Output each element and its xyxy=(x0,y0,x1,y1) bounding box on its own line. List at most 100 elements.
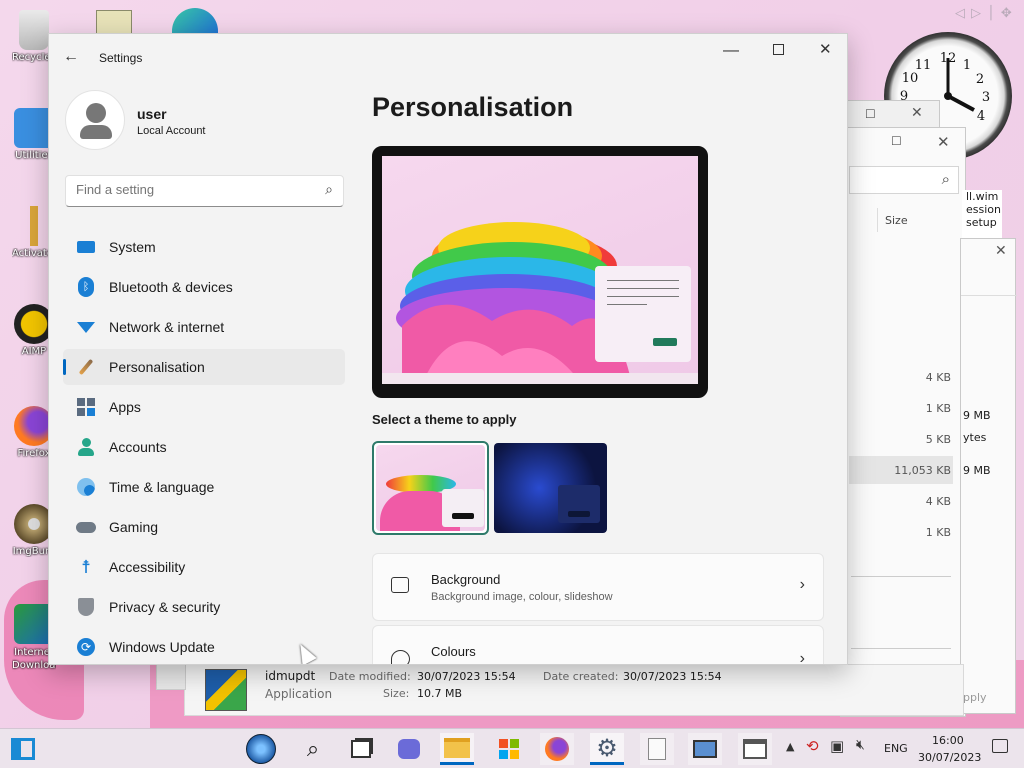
size-text: ytes xyxy=(963,431,987,444)
nav-item-apps[interactable]: Apps xyxy=(63,389,345,425)
maximize-icon[interactable]: ☐ xyxy=(865,107,876,121)
nav-item-time-language[interactable]: Time & language xyxy=(63,469,345,505)
background-setting-card[interactable]: Background Background image, colour, sli… xyxy=(372,553,824,621)
recycle-bin-icon xyxy=(19,10,49,50)
gadget-controls[interactable]: ◁▷│✥ xyxy=(955,6,1018,21)
divider xyxy=(851,648,951,649)
clock-date[interactable]: 30/07/2023 xyxy=(918,751,981,764)
tray-overflow-icon[interactable]: ▲ xyxy=(786,740,794,753)
clock-time[interactable]: 16:00 xyxy=(932,734,964,747)
nav-item-network[interactable]: Network & internet xyxy=(63,309,345,345)
file-name-part: setup xyxy=(966,216,997,229)
svg-text:3: 3 xyxy=(982,90,990,105)
taskbar: ⌕ ⚙ ▲ ⟲ ▣ 🔇︎ ENG 16:00 30/07/2023 xyxy=(0,728,1024,768)
gear-icon: ⚙ xyxy=(596,733,618,762)
dialog-header-divider xyxy=(961,295,1017,296)
nav-item-privacy[interactable]: Privacy & security xyxy=(63,589,345,625)
theme-option-light[interactable] xyxy=(372,441,489,535)
search-input[interactable] xyxy=(76,182,306,197)
size-text: 9 MB xyxy=(963,409,991,422)
folder-icon xyxy=(444,737,470,758)
taskbar-file-explorer[interactable] xyxy=(440,733,474,765)
dialog-window[interactable]: ✕ 9 MB ytes 9 MB pply xyxy=(960,238,1017,714)
image-icon xyxy=(391,577,409,593)
nav-label: System xyxy=(109,239,156,255)
file-size: 1 KB xyxy=(925,402,951,415)
preview-taskbar xyxy=(382,373,698,384)
taskbar-store[interactable] xyxy=(492,733,526,765)
network-icon[interactable]: ▣ xyxy=(830,737,844,755)
file-size: 5 KB xyxy=(925,433,951,446)
language-indicator[interactable]: ENG xyxy=(884,742,908,755)
nav-item-accessibility[interactable]: ☨ Accessibility xyxy=(63,549,345,585)
start-button[interactable] xyxy=(244,733,278,765)
file-size: 4 KB xyxy=(925,371,951,384)
search-icon: ⌕ xyxy=(325,181,333,197)
taskbar-app-remote[interactable] xyxy=(688,733,722,765)
column-header-size[interactable]: Size xyxy=(885,214,908,227)
account-type: Local Account xyxy=(137,125,206,137)
back-arrow-icon[interactable]: ← xyxy=(63,48,79,66)
apply-button[interactable]: pply xyxy=(963,691,987,704)
start-orb-icon xyxy=(246,734,276,764)
search-box[interactable]: ⌕ xyxy=(65,175,344,207)
gamepad-icon xyxy=(75,516,97,538)
taskbar-firefox[interactable] xyxy=(540,733,574,765)
settings-window[interactable]: ← Settings — ✕ user Local Account ⌕ Syst… xyxy=(48,33,848,665)
nav-item-gaming[interactable]: Gaming xyxy=(63,509,345,545)
close-icon[interactable]: ✕ xyxy=(911,105,923,121)
monitor-icon xyxy=(693,740,717,758)
firefox-icon xyxy=(545,737,569,761)
svg-text:4: 4 xyxy=(977,109,985,124)
nav-item-bluetooth[interactable]: ᛒ Bluetooth & devices xyxy=(63,269,345,305)
nav-item-system[interactable]: System xyxy=(63,229,345,265)
taskbar-app-notepad[interactable] xyxy=(640,733,674,765)
card-title: Background xyxy=(431,572,501,587)
date-created-value: 30/07/2023 15:54 xyxy=(623,670,722,683)
colours-setting-card[interactable]: Colours › xyxy=(372,625,824,665)
search-button[interactable]: ⌕ xyxy=(296,733,330,765)
taskbar-settings[interactable]: ⚙ xyxy=(590,733,624,765)
avatar[interactable] xyxy=(65,90,125,150)
divider xyxy=(851,576,951,577)
chat-button[interactable] xyxy=(392,733,426,765)
notification-icon[interactable] xyxy=(992,739,1008,753)
background-window[interactable]: ☐ ✕ xyxy=(840,100,940,130)
close-icon[interactable]: ✕ xyxy=(995,243,1007,259)
chevron-right-icon: › xyxy=(799,650,805,665)
explorer-search-box[interactable]: ⌕ xyxy=(849,166,959,194)
update-icon: ⟳ xyxy=(75,636,97,658)
application-icon xyxy=(205,669,247,711)
details-pane: idmupdt Application Date modified: 30/07… xyxy=(184,664,964,716)
file-name-part: ll.wim xyxy=(966,190,999,203)
explorer-window[interactable]: ☐ ✕ ⌕ Size 4 KB 1 KB 5 KB 11,053 KB 4 KB… xyxy=(840,127,966,717)
file-size: 4 KB xyxy=(925,495,951,508)
nav-item-personalisation[interactable]: Personalisation xyxy=(63,349,345,385)
minimize-button[interactable]: — xyxy=(723,42,739,60)
nav-label: Accessibility xyxy=(109,559,186,575)
nav-item-accounts[interactable]: Accounts xyxy=(63,429,345,465)
user-name: user xyxy=(137,106,167,122)
nav-label: Windows Update xyxy=(109,639,215,655)
maximize-button[interactable] xyxy=(773,44,784,55)
title-bar[interactable]: ← Settings — ✕ xyxy=(49,34,847,80)
shield-icon xyxy=(75,596,97,618)
task-view-button[interactable] xyxy=(344,733,378,765)
sync-icon[interactable]: ⟲ xyxy=(806,737,819,755)
taskbar-app-window[interactable] xyxy=(738,733,772,765)
apps-icon xyxy=(75,396,97,418)
maximize-icon[interactable]: ☐ xyxy=(891,134,902,148)
close-button[interactable]: ✕ xyxy=(819,40,832,58)
volume-muted-icon[interactable]: 🔇︎ xyxy=(856,737,865,753)
close-icon[interactable]: ✕ xyxy=(937,133,950,151)
theme-option-dark[interactable] xyxy=(494,443,607,533)
file-type: Application xyxy=(265,687,333,701)
show-desktop-button[interactable] xyxy=(6,733,40,765)
svg-text:10: 10 xyxy=(902,71,919,86)
document-icon xyxy=(648,738,666,760)
theme-heading: Select a theme to apply xyxy=(372,412,517,427)
windows-panel-icon xyxy=(11,738,35,760)
size-value: 10.7 MB xyxy=(417,687,463,700)
system-icon xyxy=(75,236,97,258)
brush-icon xyxy=(75,356,97,378)
